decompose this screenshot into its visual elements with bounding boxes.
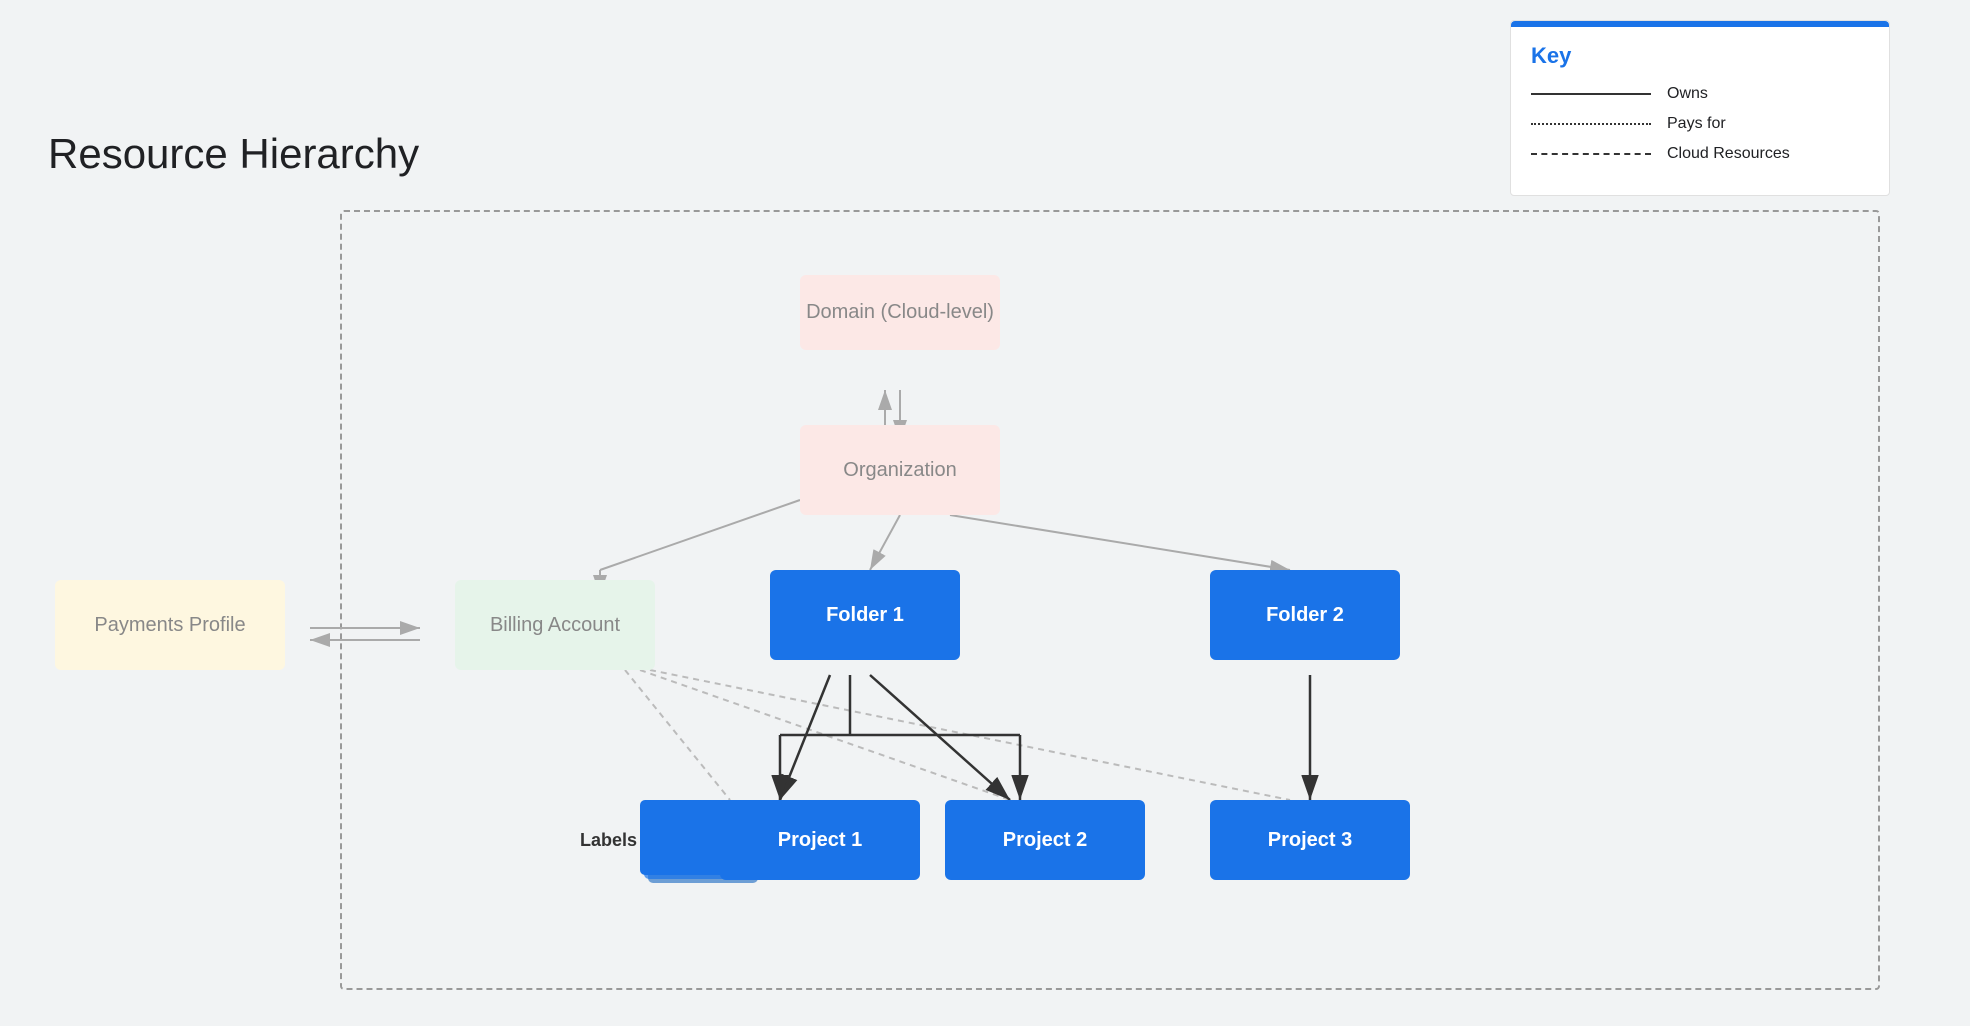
- folder1-node: Folder 1: [770, 570, 960, 660]
- project1-node: Project 1: [720, 800, 920, 880]
- labels-text: Labels: [580, 830, 637, 851]
- project3-node: Project 3: [1210, 800, 1410, 880]
- billing-account-node: Billing Account: [455, 580, 655, 670]
- folder2-node: Folder 2: [1210, 570, 1400, 660]
- key-title: Key: [1531, 43, 1869, 69]
- project2-node: Project 2: [945, 800, 1145, 880]
- domain-node: Domain (Cloud-level): [800, 275, 1000, 350]
- diagram: Domain (Cloud-level) Organization Billin…: [0, 80, 1970, 1020]
- organization-node: Organization: [800, 425, 1000, 515]
- payments-profile-node: Payments Profile: [55, 580, 285, 670]
